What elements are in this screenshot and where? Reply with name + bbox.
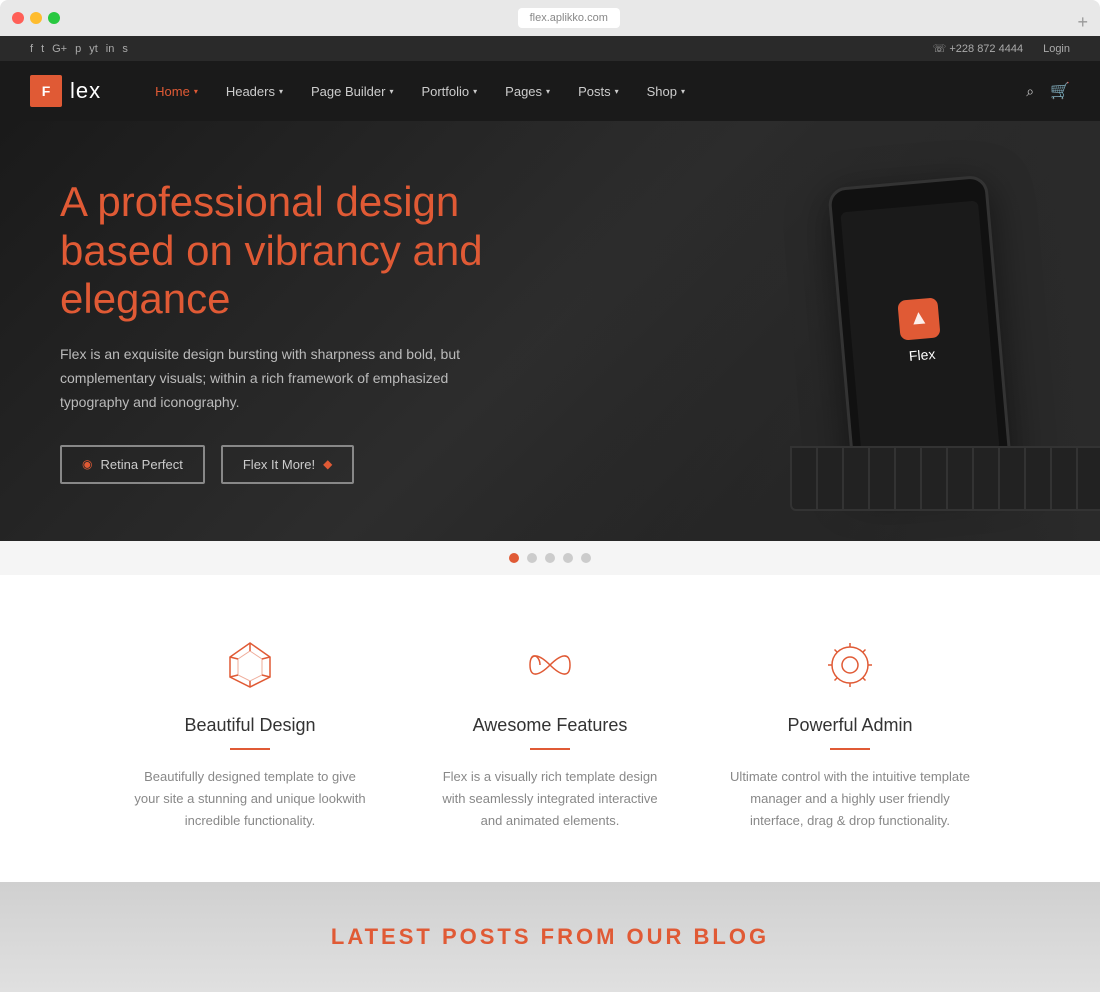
- retina-perfect-button[interactable]: ◉ Retina Perfect: [60, 445, 205, 484]
- diamond-icon: ◆: [323, 457, 332, 471]
- hero-phone: Flex: [827, 175, 1013, 488]
- social-linkedin[interactable]: in: [106, 43, 115, 55]
- social-links: f t G+ p yt in s: [30, 43, 128, 55]
- phone-brand-text: Flex: [908, 346, 936, 364]
- social-facebook[interactable]: f: [30, 43, 33, 55]
- phone-screen: Flex: [840, 200, 1000, 461]
- slide-dot-5[interactable]: [581, 553, 591, 563]
- nav-shop[interactable]: Shop ▾: [633, 61, 699, 121]
- powerful-admin-title: Powerful Admin: [730, 715, 970, 736]
- address-bar[interactable]: flex.aplikko.com: [518, 8, 620, 28]
- social-youtube[interactable]: yt: [89, 43, 98, 55]
- slide-dot-1[interactable]: [509, 553, 519, 563]
- phone-logo-icon: [897, 297, 940, 340]
- hero-devices: Flex: [600, 151, 1100, 531]
- blog-section-title: LATEST POSTS FROM OUR BLOG: [331, 924, 769, 950]
- blog-section: LATEST POSTS FROM OUR BLOG: [0, 882, 1100, 992]
- flex-more-button[interactable]: Flex It More! ◆: [221, 445, 354, 484]
- hero-description: Flex is an exquisite design bursting wit…: [60, 343, 480, 414]
- hero-content: A professional design based on vibrancy …: [0, 178, 560, 483]
- traffic-yellow[interactable]: [30, 12, 42, 24]
- social-gplus[interactable]: G+: [52, 43, 67, 55]
- nav-right: ⌕ 🛒: [1026, 81, 1070, 101]
- logo[interactable]: F lex: [30, 75, 101, 107]
- phone-number: ☏ +228 872 4444: [933, 42, 1024, 55]
- blog-highlight: POSTS: [442, 924, 532, 949]
- slider-dots: [0, 541, 1100, 575]
- laptop-keyboard: [790, 446, 1100, 511]
- awesome-features-divider: [530, 748, 570, 750]
- feature-powerful-admin: Powerful Admin Ultimate control with the…: [700, 635, 1000, 832]
- hero-section: Flex A professional design based on vibr…: [0, 121, 1100, 541]
- hero-title: A professional design based on vibrancy …: [60, 178, 500, 323]
- powerful-admin-divider: [830, 748, 870, 750]
- logo-icon: F: [30, 75, 62, 107]
- powerful-admin-desc: Ultimate control with the intuitive temp…: [730, 766, 970, 832]
- logo-text: lex: [70, 78, 101, 104]
- feature-beautiful-design: Beautiful Design Beautifully designed te…: [100, 635, 400, 832]
- social-twitter[interactable]: t: [41, 43, 44, 55]
- social-skype[interactable]: s: [122, 43, 128, 55]
- nav-menu: Home ▾ Headers ▾ Page Builder ▾ Portfoli…: [141, 61, 1026, 121]
- awesome-features-title: Awesome Features: [430, 715, 670, 736]
- features-section: Beautiful Design Beautifully designed te…: [0, 575, 1100, 882]
- nav-posts[interactable]: Posts ▾: [564, 61, 633, 121]
- social-pinterest[interactable]: p: [75, 43, 81, 55]
- awesome-features-desc: Flex is a visually rich template design …: [430, 766, 670, 832]
- top-bar-right: ☏ +228 872 4444 Login: [933, 42, 1070, 55]
- top-bar: f t G+ p yt in s ☏ +228 872 4444 Login: [0, 36, 1100, 61]
- nav-portfolio[interactable]: Portfolio ▾: [407, 61, 491, 121]
- browser-chrome: flex.aplikko.com +: [0, 0, 1100, 36]
- navbar: F lex Home ▾ Headers ▾ Page Builder ▾ Po…: [0, 61, 1100, 121]
- nav-headers[interactable]: Headers ▾: [212, 61, 297, 121]
- feature-awesome-features: Awesome Features Flex is a visually rich…: [400, 635, 700, 832]
- search-icon[interactable]: ⌕: [1026, 83, 1034, 100]
- slide-dot-2[interactable]: [527, 553, 537, 563]
- cart-icon[interactable]: 🛒: [1050, 81, 1070, 101]
- beautiful-design-icon: [130, 635, 370, 695]
- blog-prefix: LATEST: [331, 924, 442, 949]
- blog-suffix: FROM OUR BLOG: [532, 924, 770, 949]
- powerful-admin-icon: [730, 635, 970, 695]
- slide-dot-4[interactable]: [563, 553, 573, 563]
- beautiful-design-divider: [230, 748, 270, 750]
- beautiful-design-title: Beautiful Design: [130, 715, 370, 736]
- hero-buttons: ◉ Retina Perfect Flex It More! ◆: [60, 445, 500, 484]
- traffic-green[interactable]: [48, 12, 60, 24]
- awesome-features-icon: [430, 635, 670, 695]
- nav-page-builder[interactable]: Page Builder ▾: [297, 61, 407, 121]
- slide-dot-3[interactable]: [545, 553, 555, 563]
- nav-pages[interactable]: Pages ▾: [491, 61, 564, 121]
- new-tab-button[interactable]: +: [1077, 13, 1088, 31]
- login-link[interactable]: Login: [1043, 43, 1070, 55]
- eye-icon: ◉: [82, 457, 92, 471]
- nav-home[interactable]: Home ▾: [141, 61, 212, 121]
- traffic-red[interactable]: [12, 12, 24, 24]
- beautiful-design-desc: Beautifully designed template to give yo…: [130, 766, 370, 832]
- browser-traffic-lights: [12, 12, 60, 24]
